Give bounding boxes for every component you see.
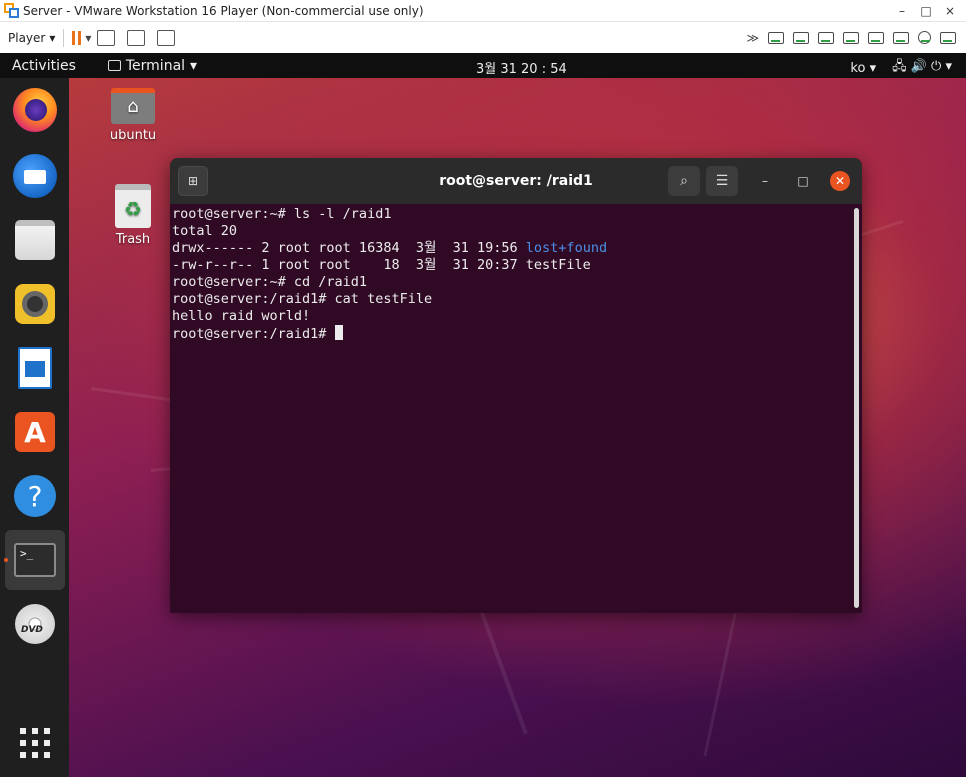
chevron-down-icon[interactable]: ▾ (85, 31, 91, 45)
terminal-scrollbar[interactable] (854, 208, 859, 608)
toolbar-divider (63, 28, 65, 47)
terminal-line-text: root@server:~# cd /raid1 (172, 274, 368, 290)
running-indicator (4, 558, 8, 562)
libreoffice-writer-icon (18, 347, 52, 389)
hard-disk-icon[interactable] (893, 31, 909, 44)
hard-disk-icon[interactable] (818, 31, 834, 44)
search-icon: ⌕ (680, 173, 688, 189)
terminal-line: total 20 (172, 223, 860, 240)
unity-icon[interactable] (157, 29, 176, 46)
dock-help[interactable]: ? (12, 473, 58, 519)
close-button[interactable]: × (938, 4, 962, 18)
fullscreen-icon[interactable] (127, 29, 146, 46)
dvd-icon: DVD (15, 604, 55, 644)
thunderbird-icon (13, 154, 57, 198)
trash-icon: ♻ (115, 184, 151, 228)
firefox-icon (13, 88, 57, 132)
rhythmbox-icon (15, 284, 55, 324)
dock-files[interactable] (12, 217, 58, 263)
terminal-line-text: total 20 (172, 223, 238, 239)
terminal-line: -rw-r--r-- 1 root root 18 3월 31 20:37 te… (172, 257, 860, 274)
maximize-window-button[interactable]: □ (792, 170, 814, 192)
network-adapter-icon[interactable] (940, 31, 956, 44)
dock-software[interactable]: A (12, 409, 58, 455)
terminal-line: root@server:/raid1# cat testFile (172, 291, 860, 308)
ubuntu-top-bar: Activities Terminal ▾ 3월 31 20 : 54 ko ▾… (0, 53, 966, 78)
app-menu[interactable]: Terminal ▾ (107, 57, 198, 74)
software-store-icon: A (15, 412, 55, 452)
dock-firefox[interactable] (12, 87, 58, 133)
hard-disk-icon[interactable] (793, 31, 809, 44)
close-window-button[interactable]: ✕ (830, 171, 850, 191)
help-icon: ? (14, 475, 56, 517)
system-status-icons[interactable]: 🖧 🔊 ⏻ ▾ (892, 57, 952, 79)
terminal-line: root@server:~# ls -l /raid1 (172, 206, 860, 223)
vmware-toolbar: Player ▾ ▾ ≫ (0, 22, 966, 53)
vmware-titlebar: Server - VMware Workstation 16 Player (N… (0, 0, 966, 22)
trash-label: Trash (115, 232, 151, 247)
player-menu-label: Player (8, 30, 46, 45)
dock-terminal[interactable]: >_ (12, 537, 58, 583)
terminal-line: drwx------ 2 root root 16384 3월 31 19:56… (172, 240, 860, 257)
directory-name: lost+found (525, 240, 608, 256)
dock-thunderbird[interactable] (12, 153, 58, 199)
send-ctrl-alt-del-icon[interactable] (97, 29, 116, 46)
dock-rhythmbox[interactable] (12, 281, 58, 327)
terminal-line-text: root@server:/raid1# (172, 326, 335, 342)
more-devices-icon[interactable]: ≫ (746, 31, 759, 45)
files-icon (15, 220, 55, 260)
app-menu-label: Terminal (125, 57, 186, 74)
terminal-line-text: root@server:/raid1# cat testFile (172, 291, 433, 307)
hard-disk-icon[interactable] (868, 31, 884, 44)
minimize-button[interactable]: – (890, 4, 914, 18)
desktop-home-folder[interactable]: ubuntu (101, 88, 165, 143)
chevron-down-icon: ▾ (190, 57, 198, 74)
new-tab-icon: ⊞ (187, 174, 199, 188)
terminal-headerbar: ⊞ root@server: /raid1 ⌕ ☰ – □ ✕ (170, 158, 862, 204)
terminal-line-text: hello raid world! (172, 308, 311, 324)
search-button[interactable]: ⌕ (668, 166, 700, 196)
window-title: Server - VMware Workstation 16 Player (N… (23, 3, 424, 18)
terminal-icon (107, 60, 121, 71)
terminal-cursor (334, 325, 343, 340)
terminal-line-text: drwx------ 2 root root 16384 3월 31 19:56 (172, 240, 526, 256)
clock[interactable]: 3월 31 20 : 54 (476, 58, 567, 77)
desktop-trash[interactable]: ♻ Trash (101, 184, 165, 247)
hard-disk-icon[interactable] (768, 31, 784, 44)
new-tab-button[interactable]: ⊞ (178, 166, 208, 196)
hamburger-menu-icon: ☰ (715, 173, 729, 189)
menu-button[interactable]: ☰ (706, 166, 738, 196)
minimize-window-button[interactable]: – (754, 170, 776, 192)
terminal-line: hello raid world! (172, 308, 860, 325)
vmware-logo-icon (4, 2, 20, 19)
show-applications-icon[interactable] (20, 728, 50, 758)
player-menu[interactable]: Player ▾ (8, 31, 55, 45)
cd-drive-icon[interactable] (918, 31, 931, 44)
terminal-icon: >_ (14, 543, 56, 577)
terminal-line: root@server:/raid1# (172, 325, 860, 343)
home-folder-label: ubuntu (109, 128, 157, 143)
input-method-menu[interactable]: ko ▾ (850, 61, 876, 76)
activities-button[interactable]: Activities (12, 58, 76, 74)
chevron-down-icon: ▾ (49, 30, 56, 45)
dock-writer[interactable] (12, 345, 58, 391)
home-folder-icon (111, 88, 155, 124)
terminal-line: root@server:~# cd /raid1 (172, 274, 860, 291)
hard-disk-icon[interactable] (843, 31, 859, 44)
dock-dvd[interactable]: DVD (12, 601, 58, 647)
pause-icon[interactable] (72, 30, 82, 45)
terminal-line-text: root@server:~# ls -l /raid1 (172, 206, 392, 222)
terminal-output[interactable]: root@server:~# ls -l /raid1 total 20 drwx-… (170, 204, 862, 345)
terminal-window: ⊞ root@server: /raid1 ⌕ ☰ – □ ✕ root@ser… (170, 158, 862, 613)
maximize-button[interactable]: □ (914, 4, 938, 18)
dock: A ? >_ DVD (0, 78, 69, 777)
terminal-line-text: -rw-r--r-- 1 root root 18 3월 31 20:37 te… (172, 257, 591, 273)
